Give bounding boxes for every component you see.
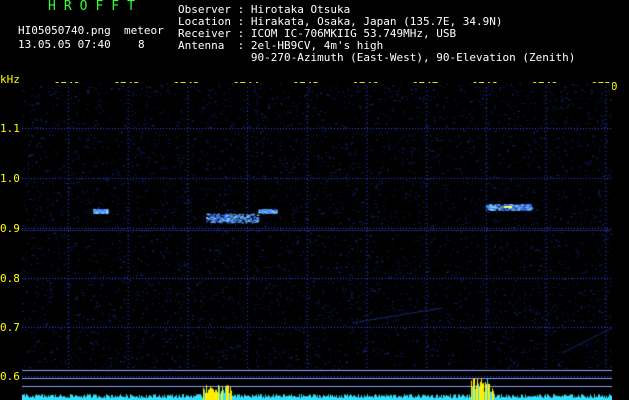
y-tick-label: 0.9	[0, 222, 20, 235]
file-name: HI05050740.png	[18, 24, 111, 37]
y-tick-label: 1.0	[0, 172, 20, 185]
y-tick-label: 0.7	[0, 321, 20, 334]
station-info: Observer : Hirotaka Otsuka Location : Hi…	[178, 4, 575, 88]
antenna-direction-line: 90-270-Azimuth (East-West), 90-Elevation…	[178, 51, 576, 64]
event-count: 8	[138, 38, 145, 51]
y-tick-label: 1.1	[0, 122, 20, 135]
y-tick-label: 0.6	[0, 370, 20, 383]
y-axis-unit: kHz	[0, 73, 20, 86]
spectrogram-window: HROFFT HI05050740.png 13.05.05 07:40 met…	[0, 0, 629, 400]
event-type-label: meteor	[124, 24, 164, 37]
y-tick-label: 0.8	[0, 272, 20, 285]
spectrogram-plot	[22, 83, 612, 400]
date-time: 13.05.05 07:40	[18, 38, 111, 51]
app-title: HROFFT	[48, 0, 143, 14]
